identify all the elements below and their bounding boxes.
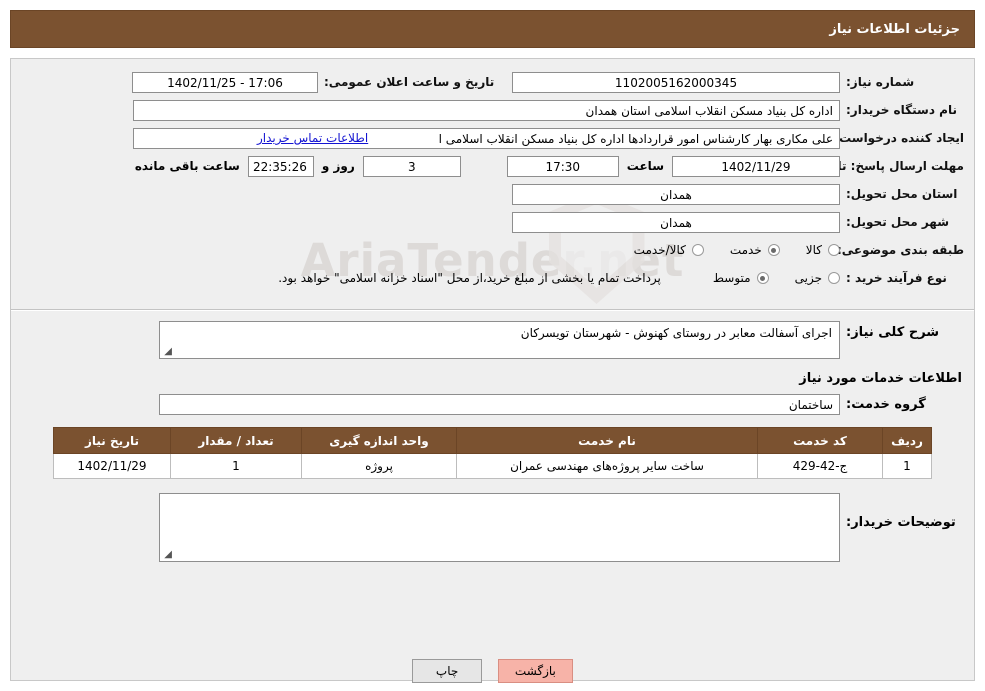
- buyer-contact-link[interactable]: اطلاعات تماس خریدار: [257, 131, 368, 145]
- resize-handle-icon[interactable]: ◢: [162, 550, 172, 560]
- services-table: ردیف کد خدمت نام خدمت واحد اندازه گیری ت…: [53, 427, 932, 479]
- deadline-date: 1402/11/29: [672, 155, 840, 177]
- buyer-org-value: اداره کل بنیاد مسکن انقلاب اسلامی استان …: [133, 99, 840, 121]
- category-option-khedmat[interactable]: خدمت: [730, 243, 780, 257]
- process-note: پرداخت تمام یا بخشی از مبلغ خرید،از محل …: [278, 271, 661, 285]
- radio-icon[interactable]: [691, 244, 704, 256]
- table-header-row: ردیف کد خدمت نام خدمت واحد اندازه گیری ت…: [53, 427, 932, 454]
- general-desc-row: شرح کلی نیاز: اجرای آسفالت معابر در روست…: [11, 321, 974, 359]
- page-header: جزئیات اطلاعات نیاز: [10, 10, 975, 48]
- details-panel: AriaTender.net شماره نیاز: 1102005162000…: [10, 58, 975, 681]
- hour-label: ساعت: [626, 159, 664, 173]
- province-value: همدان: [512, 183, 840, 205]
- buyer-notes-row: توضیحات خریدار: ◢: [11, 493, 974, 562]
- radio-icon[interactable]: [828, 272, 840, 284]
- service-group-label: گروه خدمت:: [846, 397, 926, 412]
- buyer-contact-link-wrap[interactable]: اطلاعات تماس خریدار: [257, 131, 368, 145]
- cell-index: 1: [882, 453, 932, 479]
- category-option-label: کالا: [805, 243, 822, 257]
- resize-handle-icon[interactable]: ◢: [162, 347, 172, 357]
- page-title: جزئیات اطلاعات نیاز: [829, 22, 960, 37]
- need-number-value: 1102005162000345: [512, 71, 840, 93]
- services-table-wrap: ردیف کد خدمت نام خدمت واحد اندازه گیری ت…: [11, 427, 974, 479]
- row-buyer-org: نام دستگاه خریدار: اداره کل بنیاد مسکن ا…: [21, 99, 964, 121]
- row-category: طبقه بندی موضوعی: کالا خدمت کالا/خدمت: [21, 239, 964, 261]
- col-code: کد خدمت: [757, 427, 883, 454]
- process-option-motevaset[interactable]: متوسط: [713, 271, 769, 285]
- service-group-row: گروه خدمت: ساختمان: [11, 394, 974, 415]
- category-label: طبقه بندی موضوعی:: [836, 243, 964, 257]
- city-value: همدان: [512, 211, 840, 233]
- countdown-timer: 22:35:26: [247, 155, 314, 177]
- province-label: استان محل تحویل:: [846, 187, 958, 201]
- buyer-org-label: نام دستگاه خریدار:: [846, 103, 957, 117]
- row-process-type: نوع فرآیند خرید : جزیی متوسط پرداخت تمام…: [21, 267, 964, 289]
- process-option-label: جزیی: [794, 271, 822, 285]
- service-group-value: ساختمان: [159, 394, 840, 415]
- col-name: نام خدمت: [456, 427, 758, 454]
- remaining-days-value: 3: [362, 155, 461, 177]
- row-province: استان محل تحویل: همدان: [21, 183, 964, 205]
- process-label: نوع فرآیند خرید :: [846, 271, 947, 285]
- col-quantity: تعداد / مقدار: [170, 427, 302, 454]
- services-section-title: اطلاعات خدمات مورد نیاز: [799, 371, 962, 386]
- deadline-label: مهلت ارسال پاسخ: تا تاریخ:: [799, 159, 964, 173]
- buyer-notes-label: توضیحات خریدار:: [846, 515, 956, 530]
- category-option-kala[interactable]: کالا: [806, 243, 840, 257]
- row-city: شهر محل تحویل: همدان: [21, 211, 964, 233]
- days-label: روز و: [321, 159, 355, 173]
- category-option-label: خدمت: [729, 243, 762, 257]
- process-option-jozii[interactable]: جزیی: [795, 271, 840, 285]
- category-option-label: کالا/خدمت: [633, 243, 686, 257]
- category-option-kala-khedmat[interactable]: کالا/خدمت: [634, 243, 704, 257]
- panel-content: شماره نیاز: 1102005162000345 تاریخ و ساع…: [11, 59, 974, 562]
- need-number-label: شماره نیاز:: [846, 75, 915, 89]
- table-row: 1 ج-42-429 ساخت سایر پروژه‌های مهندسی عم…: [53, 453, 932, 479]
- cell-unit: پروژه: [301, 453, 457, 479]
- back-button[interactable]: بازگشت: [497, 659, 573, 683]
- row-requester: ایجاد کننده درخواست: علی مکاری بهار کارش…: [21, 127, 964, 149]
- process-radio-group: جزیی متوسط: [687, 271, 840, 285]
- category-radio-group: کالا خدمت کالا/خدمت: [608, 243, 840, 257]
- print-button[interactable]: چاپ: [412, 659, 483, 683]
- announce-datetime-value: 17:06 - 1402/11/25: [132, 71, 318, 93]
- col-index: ردیف: [882, 427, 932, 454]
- radio-icon[interactable]: [828, 244, 840, 256]
- action-buttons: بازگشت چاپ: [0, 659, 985, 683]
- page-root: جزئیات اطلاعات نیاز AriaTender.net شماره…: [0, 0, 985, 691]
- radio-icon[interactable]: [756, 272, 769, 284]
- divider: [11, 309, 974, 311]
- requester-value: علی مکاری بهار کارشناس امور قراردادها اد…: [133, 127, 840, 149]
- cell-name: ساخت سایر پروژه‌های مهندسی عمران: [456, 453, 758, 479]
- row-need-number: شماره نیاز: 1102005162000345 تاریخ و ساع…: [21, 71, 964, 93]
- announce-datetime-label: تاریخ و ساعت اعلان عمومی:: [324, 75, 495, 89]
- general-desc-value: اجرای آسفالت معابر در روستای کهنوش - شهر…: [159, 321, 840, 359]
- cell-quantity: 1: [170, 453, 302, 479]
- requester-text: علی مکاری بهار کارشناس امور قراردادها اد…: [438, 131, 833, 146]
- general-desc-label: شرح کلی نیاز:: [846, 325, 940, 340]
- remaining-hours-label: ساعت باقی مانده: [134, 159, 240, 173]
- col-date: تاریخ نیاز: [53, 427, 171, 454]
- general-desc-text: اجرای آسفالت معابر در روستای کهنوش - شهر…: [520, 326, 832, 340]
- requester-label: ایجاد کننده درخواست:: [834, 131, 964, 145]
- process-option-label: متوسط: [712, 271, 751, 285]
- cell-code: ج-42-429: [757, 453, 883, 479]
- city-label: شهر محل تحویل:: [846, 215, 950, 229]
- need-info-form: شماره نیاز: 1102005162000345 تاریخ و ساع…: [11, 59, 974, 301]
- buyer-notes-value[interactable]: ◢: [159, 493, 840, 562]
- deadline-time: 17:30: [506, 155, 619, 177]
- col-unit: واحد اندازه گیری: [301, 427, 457, 454]
- cell-date: 1402/11/29: [53, 453, 171, 479]
- radio-icon[interactable]: [767, 244, 780, 256]
- row-deadline: مهلت ارسال پاسخ: تا تاریخ: 1402/11/29 سا…: [21, 155, 964, 177]
